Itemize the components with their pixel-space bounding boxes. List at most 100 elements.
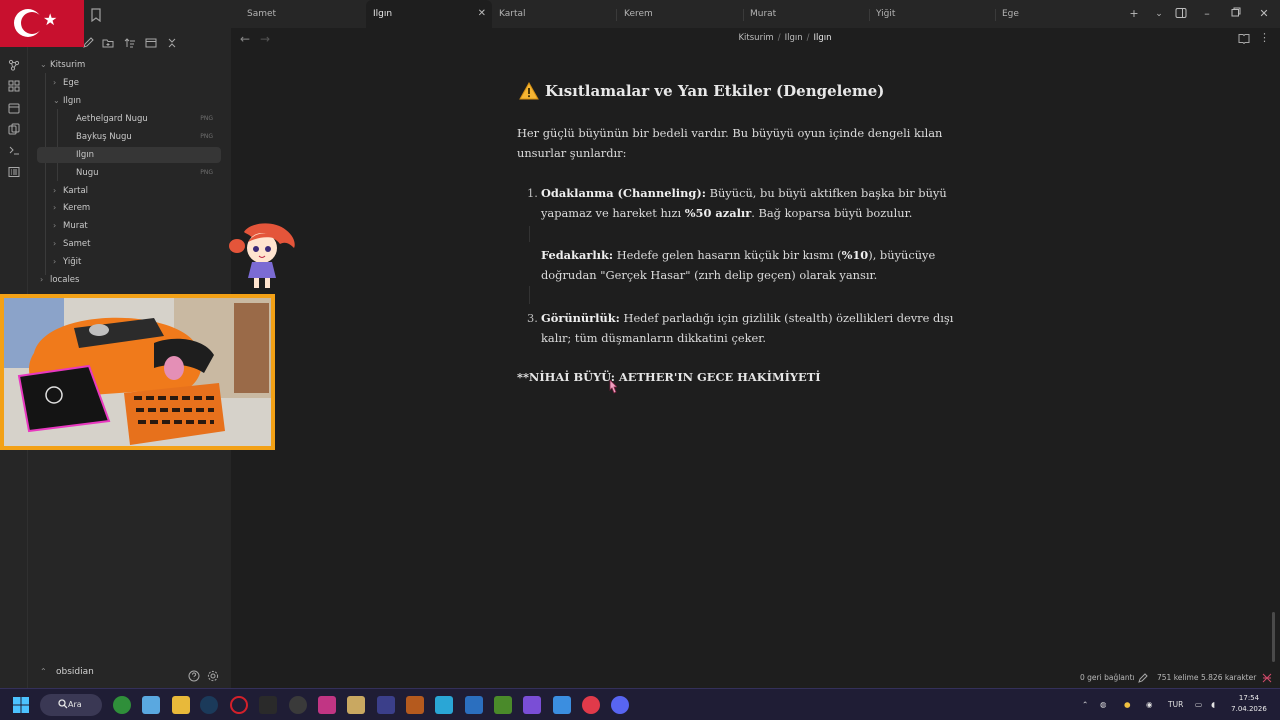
system-clock[interactable]: 17:54 7.04.2026	[1226, 693, 1272, 715]
backlinks-count[interactable]: 0 geri bağlantı	[1080, 673, 1135, 682]
tree-label: Murat	[63, 221, 88, 231]
folder-ege[interactable]: › Ege	[53, 75, 79, 91]
xbox-icon[interactable]	[113, 696, 131, 714]
new-folder-icon[interactable]	[102, 34, 114, 48]
settings-gear-icon[interactable]	[207, 667, 219, 682]
folder-yigit[interactable]: › Yiğit	[53, 254, 81, 270]
tab-ilgin[interactable]: Ilgın ✕	[366, 0, 492, 28]
new-tab-icon[interactable]: +	[1126, 7, 1142, 21]
microphone-icon[interactable]: ●	[1124, 700, 1131, 709]
tab-kerem[interactable]: Kerem	[617, 0, 743, 28]
reading-view-icon[interactable]	[1238, 33, 1250, 47]
riot-games-icon[interactable]	[406, 696, 424, 714]
more-options-icon[interactable]: ⋮	[1259, 31, 1270, 44]
scrollbar[interactable]	[1272, 612, 1275, 662]
folder-ilgin[interactable]: ⌄ Ilgın	[53, 93, 81, 109]
auto-reveal-icon[interactable]	[145, 34, 157, 48]
tab-ege[interactable]: Ege	[996, 0, 1116, 28]
language-indicator[interactable]: TUR	[1168, 700, 1183, 709]
epic-games-icon[interactable]	[259, 696, 277, 714]
maximize-icon[interactable]	[1228, 7, 1244, 21]
file-ilgin-active[interactable]: Ilgın	[37, 147, 221, 163]
vault-name[interactable]: obsidian	[56, 667, 94, 677]
folder-murat[interactable]: › Murat	[53, 218, 88, 234]
app-icon[interactable]	[582, 696, 600, 714]
collapse-all-icon[interactable]	[166, 34, 178, 48]
list-icon[interactable]	[8, 163, 20, 177]
calendar-icon[interactable]	[8, 99, 20, 114]
toggle-right-sidebar-icon[interactable]	[1173, 7, 1189, 23]
clock-date: 7.04.2026	[1231, 705, 1267, 713]
edit-pencil-icon[interactable]	[1138, 673, 1148, 685]
app-icon[interactable]	[553, 696, 571, 714]
breadcrumb-separator: /	[806, 33, 810, 43]
bookmark-icon[interactable]	[90, 7, 102, 23]
tab-kartal[interactable]: Kartal	[492, 0, 616, 28]
breadcrumb-current[interactable]: Ilgın	[813, 33, 831, 43]
crescent-shape	[21, 12, 43, 34]
tree-label: locales	[50, 275, 80, 285]
steam-icon[interactable]	[200, 696, 218, 714]
folder-samet[interactable]: › Samet	[53, 236, 90, 252]
tab-list-chevron-icon[interactable]: ⌄	[1151, 7, 1167, 21]
tab-label: Murat	[750, 9, 777, 19]
tray-app-icon[interactable]: ◍	[1100, 700, 1107, 709]
app-icon[interactable]	[465, 696, 483, 714]
chevron-right-icon: ›	[53, 239, 57, 248]
folder-kartal[interactable]: › Kartal	[53, 183, 88, 199]
file-type-badge: PNG	[200, 169, 213, 176]
task-view-icon[interactable]	[142, 696, 160, 714]
folder-kitsurim[interactable]: ⌄ Kitsurim	[40, 57, 85, 73]
folder-kerem[interactable]: › Kerem	[53, 200, 90, 216]
opera-icon[interactable]	[230, 696, 248, 714]
chevron-right-icon: ›	[53, 186, 57, 195]
vault-chevron-icon[interactable]: ⌃	[40, 667, 47, 676]
tree-label: Ilgın	[76, 150, 95, 160]
tab-yigit[interactable]: Yiğit	[870, 0, 996, 28]
graph-view-icon[interactable]	[8, 56, 20, 71]
item-title: Odaklanma (Channeling):	[541, 186, 706, 200]
file-explorer-icon[interactable]	[172, 696, 190, 714]
tray-app-icon[interactable]: ◉	[1146, 700, 1153, 709]
sort-icon[interactable]	[124, 34, 136, 48]
volume-icon[interactable]: ◖	[1211, 700, 1215, 709]
chevron-right-icon: ›	[40, 275, 44, 284]
windows-start-icon[interactable]	[12, 696, 30, 714]
network-icon[interactable]: ▭	[1195, 700, 1202, 709]
section-heading: Kısıtlamalar ve Yan Etkiler (Dengeleme)	[545, 82, 885, 100]
app-icon[interactable]	[347, 696, 365, 714]
file-nugu[interactable]: Nugu PNG	[66, 165, 221, 181]
search-icon	[58, 699, 68, 709]
app-icon[interactable]	[377, 696, 395, 714]
app-icon[interactable]	[435, 696, 453, 714]
canvas-icon[interactable]	[8, 77, 20, 92]
command-palette-icon[interactable]	[8, 141, 20, 155]
file-aethelgard-nugu[interactable]: Aethelgard Nugu PNG	[66, 111, 221, 127]
file-baykus-nugu[interactable]: Baykuş Nugu PNG	[66, 129, 221, 145]
close-tab-icon[interactable]: ✕	[478, 8, 486, 19]
close-window-icon[interactable]: ✕	[1256, 7, 1272, 21]
discord-icon[interactable]	[611, 696, 629, 714]
instagram-icon[interactable]	[318, 696, 336, 714]
tab-samet[interactable]: Samet	[240, 0, 368, 28]
minimize-icon[interactable]: –	[1199, 7, 1215, 21]
templates-icon[interactable]	[8, 120, 20, 135]
github-icon[interactable]	[289, 696, 307, 714]
obsidian-icon[interactable]	[523, 696, 541, 714]
tray-chevron-icon[interactable]: ⌃	[1082, 700, 1088, 709]
back-arrow-icon[interactable]: ←	[240, 32, 250, 46]
taskbar-search-button[interactable]: Ara	[40, 694, 102, 716]
breadcrumb-item[interactable]: Ilgın	[785, 33, 803, 43]
folder-locales[interactable]: › locales	[40, 272, 79, 288]
help-icon[interactable]	[188, 667, 200, 682]
windows-taskbar: Ara ⌃ ◍ ● ◉ TUR ▭ ◖ 17:54 7.04.2026	[0, 688, 1280, 720]
tab-murat[interactable]: Murat	[744, 0, 870, 28]
search-label: Ara	[68, 700, 82, 709]
chevron-down-icon: ⌄	[40, 60, 47, 69]
breadcrumb-item[interactable]: Kitsurim	[738, 33, 773, 43]
forward-arrow-icon[interactable]: →	[260, 32, 270, 46]
minecraft-icon[interactable]	[494, 696, 512, 714]
item-title: Görünürlük:	[541, 311, 620, 325]
tree-label: Kartal	[63, 186, 89, 196]
sync-status-icon[interactable]	[1262, 673, 1272, 685]
